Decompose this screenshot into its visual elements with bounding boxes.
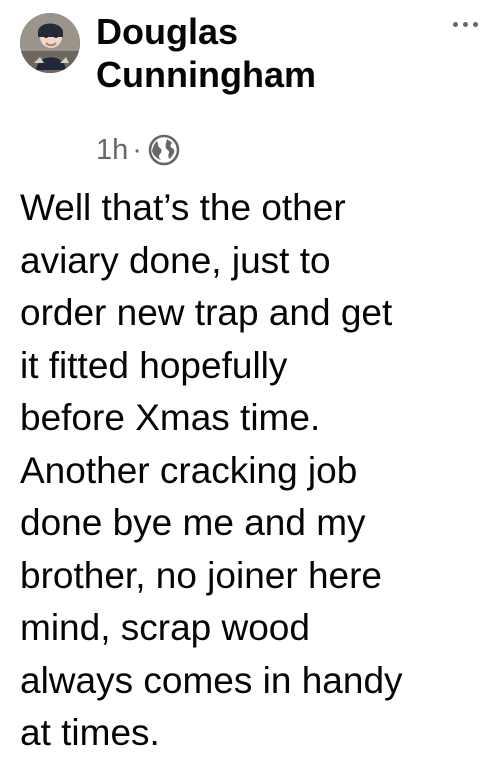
facebook-post: Douglas Cunningham 1h · Well that’s the … <box>0 0 500 753</box>
post-text: Well that’s the other aviary done, just … <box>20 187 403 753</box>
globe-icon[interactable] <box>147 133 181 167</box>
more-dot <box>462 21 468 27</box>
more-dot <box>452 21 458 27</box>
post-header: Douglas Cunningham 1h · <box>0 0 500 180</box>
more-dot <box>472 21 478 27</box>
more-options-icon[interactable] <box>442 12 488 36</box>
meta-separator: · <box>132 133 142 166</box>
author-name[interactable]: Douglas Cunningham <box>96 10 426 96</box>
avatar-photo <box>20 13 80 73</box>
post-meta: 1h · <box>96 130 181 170</box>
author-avatar[interactable] <box>20 13 80 73</box>
post-timestamp[interactable]: 1h <box>96 134 128 167</box>
